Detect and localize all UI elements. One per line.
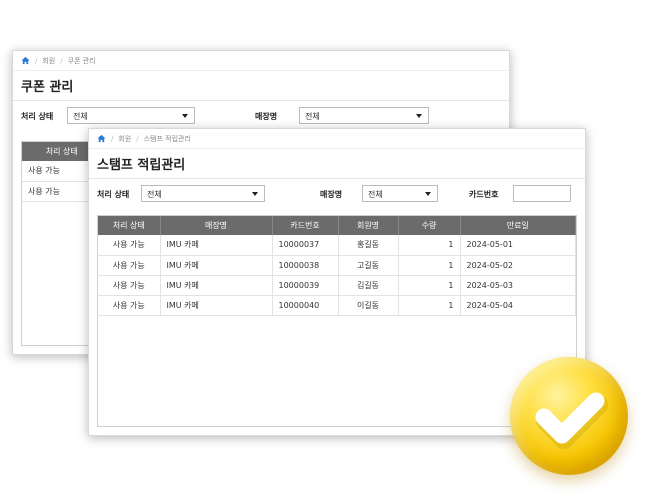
breadcrumb-separator: / — [111, 134, 114, 143]
check-icon — [535, 392, 608, 449]
expiry-date-cell: 2024-05-04 — [460, 295, 576, 316]
status-cell: 사용 가능 — [98, 275, 161, 296]
breadcrumb-separator: / — [35, 56, 38, 65]
expiry-date-cell: 2024-05-03 — [460, 275, 576, 296]
column-header[interactable]: 매장명 — [160, 216, 273, 235]
column-header[interactable]: 회원명 — [338, 216, 399, 235]
breadcrumb-item[interactable]: 쿠폰 관리 — [68, 56, 96, 66]
card-number-cell: 10000040 — [272, 295, 339, 316]
filter-bar: 처리 상태 전체 매장명 전체 — [13, 101, 509, 131]
table-row[interactable]: 사용 가능 IMU 카페 10000039 김길동 1 2024-05-03 — [98, 275, 576, 296]
quantity-cell: 1 — [398, 295, 461, 316]
store-cell: IMU 카페 — [160, 235, 273, 256]
home-icon[interactable] — [21, 56, 30, 65]
status-filter-label: 처리 상태 — [97, 190, 130, 199]
member-name-cell: 김길동 — [338, 275, 399, 296]
chevron-down-icon — [425, 192, 431, 196]
status-filter-label: 처리 상태 — [21, 112, 54, 121]
card-number-cell: 10000037 — [272, 235, 339, 256]
store-cell: IMU 카페 — [160, 275, 273, 296]
breadcrumb-item[interactable]: 회원 — [118, 134, 131, 144]
quantity-cell: 1 — [398, 255, 461, 276]
store-filter-value: 전체 — [305, 112, 320, 121]
store-filter-label: 매장명 — [255, 112, 278, 121]
card-number-cell: 10000038 — [272, 255, 339, 276]
filter-bar: 처리 상태 전체 매장명 전체 카드번호 — [89, 179, 585, 209]
quantity-cell: 1 — [398, 235, 461, 256]
breadcrumb-separator: / — [60, 56, 63, 65]
check-badge — [510, 357, 628, 475]
column-header[interactable]: 처리 상태 — [98, 216, 161, 235]
status-filter-value: 전체 — [147, 190, 162, 199]
expiry-date-cell: 2024-05-01 — [460, 235, 576, 256]
store-cell: IMU 카페 — [160, 255, 273, 276]
quantity-cell: 1 — [398, 275, 461, 296]
member-name-cell: 이길동 — [338, 295, 399, 316]
breadcrumb-item[interactable]: 스탬프 적립관리 — [144, 134, 191, 144]
card-number-label: 카드번호 — [469, 190, 499, 199]
store-filter-select[interactable]: 전체 — [362, 185, 438, 202]
page-title: 스탬프 적립관리 — [89, 149, 585, 179]
status-filter-value: 전체 — [73, 112, 88, 121]
column-header[interactable]: 수량 — [398, 216, 461, 235]
member-name-cell: 홍길동 — [338, 235, 399, 256]
column-header[interactable]: 카드번호 — [272, 216, 339, 235]
breadcrumb-item[interactable]: 회원 — [42, 56, 55, 66]
chevron-down-icon — [182, 114, 188, 118]
store-filter-label: 매장명 — [320, 190, 343, 199]
store-filter-select[interactable]: 전체 — [299, 107, 429, 124]
status-cell: 사용 가능 — [98, 295, 161, 316]
store-filter-value: 전체 — [368, 190, 383, 199]
chevron-down-icon — [252, 192, 258, 196]
page-title: 쿠폰 관리 — [13, 71, 509, 101]
breadcrumb: / 회원 / 쿠폰 관리 — [13, 51, 509, 71]
stamp-table: 처리 상태 매장명 카드번호 회원명 수량 만료일 사용 가능 IMU 카페 1… — [97, 215, 577, 427]
column-header[interactable]: 만료일 — [460, 216, 576, 235]
expiry-date-cell: 2024-05-02 — [460, 255, 576, 276]
status-cell: 사용 가능 — [98, 235, 161, 256]
table-row[interactable]: 사용 가능 IMU 카페 10000038 고길동 1 2024-05-02 — [98, 255, 576, 276]
status-cell: 사용 가능 — [98, 255, 161, 276]
store-cell: IMU 카페 — [160, 295, 273, 316]
card-number-input[interactable] — [513, 185, 571, 202]
member-name-cell: 고길동 — [338, 255, 399, 276]
table-row[interactable]: 사용 가능 IMU 카페 10000037 홍길동 1 2024-05-01 — [98, 235, 576, 256]
table-row[interactable]: 사용 가능 IMU 카페 10000040 이길동 1 2024-05-04 — [98, 295, 576, 316]
breadcrumb: / 회원 / 스탬프 적립관리 — [89, 129, 585, 149]
chevron-down-icon — [416, 114, 422, 118]
table-header-row: 처리 상태 매장명 카드번호 회원명 수량 만료일 — [98, 216, 576, 235]
status-filter-select[interactable]: 전체 — [67, 107, 195, 124]
breadcrumb-separator: / — [136, 134, 139, 143]
card-number-cell: 10000039 — [272, 275, 339, 296]
status-filter-select[interactable]: 전체 — [141, 185, 265, 202]
home-icon[interactable] — [97, 134, 106, 143]
